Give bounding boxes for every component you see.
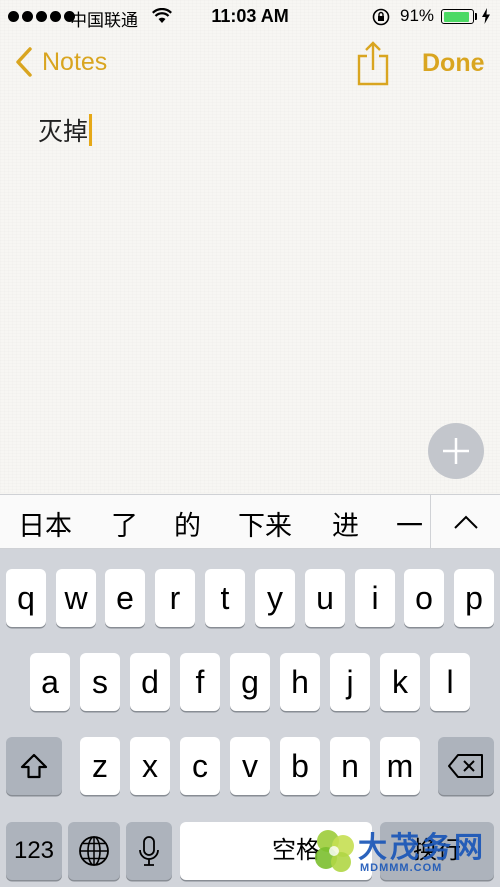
candidate-word[interactable]: 一	[396, 504, 423, 543]
key-w[interactable]: w	[56, 569, 96, 627]
key-c[interactable]: c	[180, 737, 220, 795]
key-f[interactable]: f	[180, 653, 220, 711]
chevron-up-icon	[453, 515, 478, 529]
globe-key[interactable]	[68, 822, 120, 880]
microphone-icon	[139, 836, 159, 866]
watermark-url: MDMMM.COM	[360, 862, 443, 874]
key-h[interactable]: h	[280, 653, 320, 711]
charging-bolt-icon	[482, 8, 490, 24]
battery-percent: 91%	[400, 6, 435, 25]
globe-icon	[79, 836, 109, 866]
key-a[interactable]: a	[30, 653, 70, 711]
expand-candidates-button[interactable]	[431, 495, 500, 548]
candidate-word[interactable]: 下来	[238, 504, 292, 543]
key-s[interactable]: s	[80, 653, 120, 711]
key-i[interactable]: i	[355, 569, 395, 627]
key-g[interactable]: g	[230, 653, 270, 711]
key-o[interactable]: o	[404, 569, 444, 627]
candidate-word[interactable]: 的	[174, 504, 201, 543]
key-k[interactable]: k	[380, 653, 420, 711]
key-j[interactable]: j	[330, 653, 370, 711]
chevron-left-icon	[16, 47, 32, 77]
backspace-icon	[448, 754, 483, 778]
back-button-label: Notes	[42, 47, 108, 76]
key-r[interactable]: r	[155, 569, 195, 627]
backspace-key[interactable]	[438, 737, 494, 795]
key-z[interactable]: z	[80, 737, 120, 795]
battery-icon	[441, 9, 474, 24]
candidate-word[interactable]: 进	[332, 504, 359, 543]
key-y[interactable]: y	[255, 569, 295, 627]
candidate-word[interactable]: 了	[111, 504, 138, 543]
add-attachment-button[interactable]	[428, 423, 484, 479]
key-d[interactable]: d	[130, 653, 170, 711]
candidate-word[interactable]: 日本	[18, 504, 72, 543]
note-text: 灭掉	[38, 118, 89, 146]
share-icon[interactable]	[356, 40, 390, 86]
key-x[interactable]: x	[130, 737, 170, 795]
status-bar: 中国联通 11:03 AM 91%	[0, 0, 500, 34]
done-button[interactable]: Done	[422, 49, 485, 78]
battery-tip	[475, 13, 477, 20]
watermark-brand: 大茂务网	[358, 832, 487, 864]
note-text-area[interactable]: 灭掉	[38, 112, 93, 148]
key-b[interactable]: b	[280, 737, 320, 795]
key-n[interactable]: n	[330, 737, 370, 795]
numbers-key[interactable]: 123	[6, 822, 62, 880]
orientation-lock-icon	[372, 8, 390, 26]
key-u[interactable]: u	[305, 569, 345, 627]
key-p[interactable]: p	[454, 569, 494, 627]
key-e[interactable]: e	[105, 569, 145, 627]
key-m[interactable]: m	[380, 737, 420, 795]
dictation-key[interactable]	[126, 822, 172, 880]
key-q[interactable]: q	[6, 569, 46, 627]
candidate-bar: 日本 了 的 下来 进 一	[0, 494, 500, 549]
shift-key[interactable]	[6, 737, 62, 795]
watermark-clover-logo	[315, 830, 354, 872]
key-t[interactable]: t	[205, 569, 245, 627]
key-v[interactable]: v	[230, 737, 270, 795]
key-l[interactable]: l	[430, 653, 470, 711]
plus-icon	[443, 438, 469, 464]
back-button[interactable]: Notes	[14, 46, 107, 78]
text-cursor	[89, 114, 93, 146]
shift-arrow-icon	[20, 753, 48, 779]
